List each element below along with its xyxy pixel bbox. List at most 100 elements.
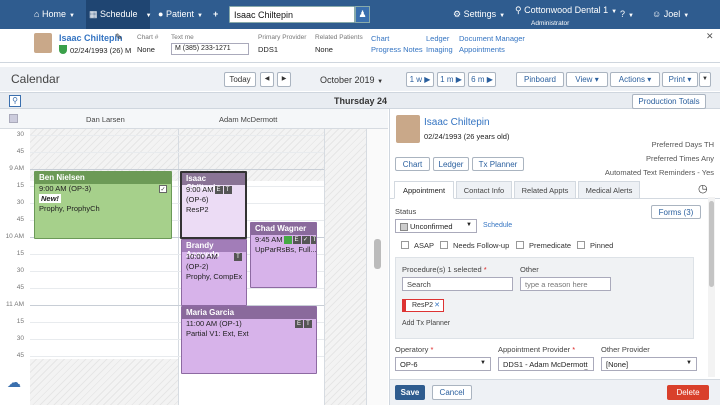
print-button[interactable]: Print ▾ [662, 72, 698, 87]
patient-search-input[interactable]: Isaac Chiltepin [229, 6, 355, 23]
zoom-icon[interactable]: ⚲ [9, 95, 21, 107]
link-progress-notes[interactable]: Progress Notes [371, 45, 423, 54]
status-select[interactable]: Unconfirmed ▼ [395, 219, 477, 233]
prev-button[interactable]: ◀ [260, 72, 274, 87]
detail-patient-name[interactable]: Isaac Chiltepin [424, 117, 490, 128]
asap-checkbox[interactable] [401, 241, 409, 249]
tab-contact-info[interactable]: Contact Info [456, 181, 512, 199]
patient-dob: 02/24/1993 (26) M [70, 46, 132, 55]
link-appointments[interactable]: Appointments [459, 45, 505, 54]
nav-settings[interactable]: ⚙ Settings ▼ [453, 0, 505, 29]
search-button[interactable]: ♟ [355, 6, 370, 23]
view-6m-label: 6 m [471, 75, 485, 84]
grid-options-icon[interactable] [9, 114, 18, 123]
chart-button[interactable]: Chart [395, 157, 430, 171]
time-label: 30 [16, 335, 24, 342]
remove-icon[interactable]: ✕ [434, 300, 440, 311]
chevron-down-icon: ▼ [466, 222, 472, 228]
link-document-manager[interactable]: Document Manager [459, 34, 525, 43]
t-icon: T [304, 320, 312, 329]
view-button[interactable]: View ▾ [566, 72, 608, 87]
panel-scrollbar[interactable] [708, 197, 715, 377]
appointment-ben-nielsen[interactable]: Ben Nielsen 9:00 AM (OP-3) ✓ New! Prophy,… [34, 171, 172, 239]
operatory-select[interactable]: OP-6 ▼ [395, 357, 491, 371]
link-imaging[interactable]: Imaging [426, 45, 453, 54]
patient-bar: Isaac Chiltepin ✎ 02/24/1993 (26) M Char… [0, 29, 720, 63]
production-totals-button[interactable]: Production Totals [632, 94, 706, 109]
nav-schedule[interactable]: ▦ Schedule ▼ [86, 0, 152, 29]
panel-scrollbar-thumb[interactable] [709, 201, 714, 287]
primary-provider-value: DDS1 [258, 45, 279, 54]
time-label: 15 [16, 250, 24, 257]
view-6m-button[interactable]: 6 m ▶ [468, 72, 496, 87]
nav-office-label: Cottonwood Dental 1 [524, 5, 609, 15]
more-menu-button[interactable]: ▼ [699, 72, 711, 87]
forms-button[interactable]: Forms (3) [651, 205, 701, 219]
save-button[interactable]: Save [395, 385, 425, 400]
cancel-button[interactable]: Cancel [432, 385, 472, 400]
actions-button[interactable]: Actions ▾ [610, 72, 660, 87]
tx-planner-button[interactable]: Tx Planner [472, 157, 524, 171]
scrollbar-thumb[interactable] [374, 239, 381, 269]
time-label: 45 [16, 352, 24, 359]
nav-schedule-label: Schedule [100, 9, 138, 19]
needs-follow-up-checkbox[interactable] [440, 241, 448, 249]
top-nav: ⌂ Home ▼ ▦ Schedule ▼ ● Patient ▼ + Isaac C… [0, 0, 720, 29]
appointment-isaac-chiltepin[interactable]: Isaac Chiltepin 9:00 AM E T (OP-6) ResP2 [180, 171, 247, 239]
tab-appointment[interactable]: Appointment [394, 181, 454, 199]
next-button[interactable]: ▶ [277, 72, 291, 87]
view-1m-button[interactable]: 1 m ▶ [437, 72, 465, 87]
view-1w-button[interactable]: 1 w ▶ [406, 72, 434, 87]
today-button[interactable]: Today [224, 72, 256, 87]
nav-help[interactable]: ? ▼ [620, 0, 634, 29]
add-patient-button[interactable]: + [213, 0, 218, 29]
status-label: Status [395, 207, 417, 216]
cloud-sync-icon[interactable]: ☁ [7, 374, 27, 392]
location-icon: ⚲ [515, 5, 522, 15]
month-dropdown[interactable]: October 2019 ▼ [320, 75, 383, 85]
premedicate-checkbox[interactable] [516, 241, 524, 249]
auto-text-label: Automated Text Reminders - [604, 168, 700, 177]
nav-office[interactable]: ⚲ Cottonwood Dental 1 ▼ Administrator [515, 5, 617, 27]
link-ledger[interactable]: Ledger [426, 34, 449, 43]
history-icon[interactable]: ◷ [698, 182, 708, 195]
close-icon[interactable]: ✕ [706, 31, 714, 42]
other-reason-input[interactable]: type a reason here [520, 277, 611, 291]
edit-icon[interactable]: ✎ [115, 32, 123, 43]
pinboard-button[interactable]: Pinboard [516, 72, 564, 87]
patient-name-link[interactable]: Isaac Chiltepin [59, 33, 123, 43]
other-provider-select[interactable]: [None] ▼ [601, 357, 697, 371]
appointment-procedures: Prophy, CompEx [186, 272, 243, 281]
grid-scrollbar[interactable] [366, 129, 388, 405]
preferred-days-label: Preferred Days [651, 140, 703, 149]
schedule-link[interactable]: Schedule [483, 222, 512, 229]
appointment-maria-garcia[interactable]: Maria Garcia 11:00 AM (OP-1) E T Partial V… [181, 306, 317, 374]
procedure-search-input[interactable]: Search [402, 277, 513, 291]
appt-provider-select[interactable]: DDS1 - Adam McDermott▼ [498, 357, 594, 371]
procedure-chip: ResP2 ✕ [402, 299, 444, 312]
appointment-chad-wagner[interactable]: Chad Wagner 9:45 AM E ✓ T UpParRsBs, Full..… [250, 222, 317, 288]
pinned-label: Pinned [590, 241, 614, 250]
chevron-down-icon: ▼ [145, 13, 152, 19]
nav-user[interactable]: ☺ Joel ▼ [652, 0, 689, 29]
text-me-select[interactable]: M (385) 233-1271 [171, 43, 249, 55]
operatory-label-text: Operatory [395, 345, 429, 354]
nav-home[interactable]: ⌂ Home ▼ [34, 0, 75, 29]
tab-related-appts[interactable]: Related Appts [514, 181, 576, 199]
chevron-down-icon: ▼ [377, 79, 384, 85]
pinned-checkbox[interactable] [577, 241, 585, 249]
ledger-button[interactable]: Ledger [433, 157, 469, 171]
add-tx-planner-link[interactable]: Add Tx Planner [402, 320, 450, 327]
link-chart[interactable]: Chart [371, 34, 389, 43]
tab-medical-alerts[interactable]: Medical Alerts [578, 181, 640, 199]
appointment-name: Isaac Chiltepin [182, 173, 245, 192]
primary-provider-label: Primary Provider [258, 34, 307, 41]
home-icon: ⌂ [34, 9, 40, 19]
appointment-brandy-acevedo[interactable]: Brandy Acevedo 10:00 AM T (OP-2) Prophy, … [181, 239, 247, 306]
view-1w-label: 1 w [409, 75, 423, 84]
delete-button[interactable]: Delete [667, 385, 709, 400]
procedures-section: Procedure(s) 1 selected * Other Search t… [395, 257, 694, 339]
nav-patient[interactable]: ● Patient ▼ [158, 0, 203, 29]
chat-icon: ☺ [652, 9, 662, 19]
time-label: 15 [16, 318, 24, 325]
